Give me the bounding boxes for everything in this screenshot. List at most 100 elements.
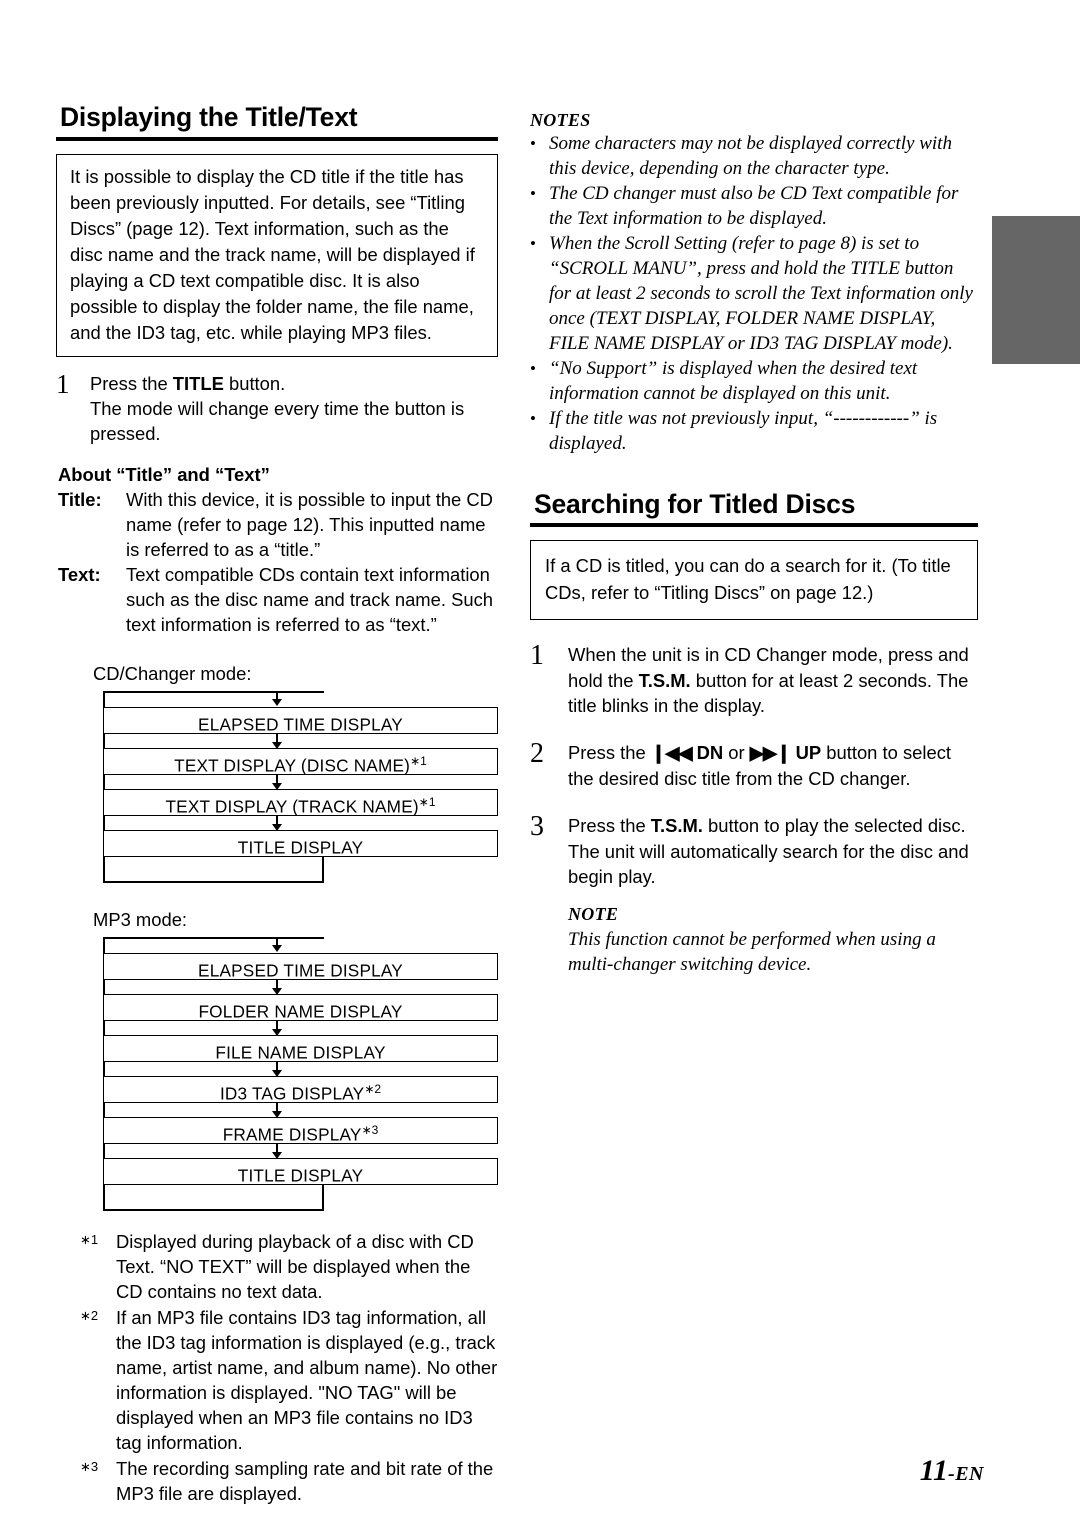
note-text: This function cannot be performed when u… (568, 929, 936, 976)
definition-row: Text: Text compatible CDs contain text i… (58, 562, 498, 637)
flow-arrow (103, 1021, 498, 1036)
flow-box-label: ELAPSED TIME DISPLAY (198, 714, 403, 735)
definition-term: Text: (58, 563, 101, 585)
notes-list: • Some characters may not be displayed c… (530, 132, 978, 457)
flow-label-mp3: MP3 mode: (93, 909, 188, 930)
step-text: Press the TITLE button. The mode will ch… (90, 371, 498, 446)
about-heading: About “Title” and “Text” (58, 463, 270, 485)
footnote-text: If an MP3 file contains ID3 tag informat… (116, 1307, 498, 1454)
flow-arrow (103, 734, 498, 749)
note-text: When the Scroll Setting (refer to page 8… (549, 232, 973, 354)
footnote-mark: ∗2 (80, 1308, 99, 1324)
flow-diagram-mp3: ELAPSED TIME DISPLAY FOLDER NAME DISPLAY… (56, 937, 498, 1211)
page-number-value: 11 (919, 1454, 949, 1487)
flow-box-label: TITLE DISPLAY (237, 1165, 364, 1186)
flow-box: ID3 TAG DISPLAY∗2 (103, 1076, 498, 1104)
flow-box-note: ∗3 (361, 1123, 379, 1137)
flow-entry-arrow (103, 691, 498, 707)
footnote-item: ∗3 The recording sampling rate and bit r… (80, 1456, 498, 1506)
footnote-mark: ∗3 (80, 1459, 99, 1475)
search-step-1: 1 When the unit is in CD Changer mode, p… (530, 642, 978, 718)
flow-box: FRAME DISPLAY∗3 (103, 1117, 498, 1145)
definition-description: Text compatible CDs contain text informa… (126, 563, 493, 635)
flow-box-label: TEXT DISPLAY (TRACK NAME) (165, 796, 419, 817)
note-item: • If the title was not previously input,… (530, 407, 978, 457)
flow-arrow (103, 816, 498, 831)
step-number: 3 (530, 811, 544, 843)
bullet-icon: • (530, 408, 536, 428)
notes-heading: NOTES (530, 110, 591, 130)
step-text: Press the T.S.M. button to play the sele… (568, 813, 978, 978)
flow-label-cd-changer: CD/Changer mode: (93, 663, 252, 684)
bullet-icon: • (530, 183, 536, 203)
flow-entry-arrow (103, 937, 498, 953)
note-item: • The CD changer must also be CD Text co… (530, 182, 978, 232)
flow-exit-path (103, 857, 498, 883)
flow-box: ELAPSED TIME DISPLAY (103, 953, 498, 981)
loop-line-down (322, 1185, 324, 1211)
left-column: Displaying the Title/Text It is possible… (56, 104, 498, 1506)
flow-arrow (103, 980, 498, 995)
step-text: Press the ❙◀◀ DN or ▶▶❙ UP button to sel… (568, 740, 978, 791)
manual-page: Displaying the Title/Text It is possible… (0, 0, 1080, 1526)
footnote-text: Displayed during playback of a disc with… (116, 1231, 474, 1303)
flow-arrow (103, 1144, 498, 1159)
step-number: 1 (56, 368, 70, 399)
step1-line1-pre: Press the (90, 372, 173, 394)
section-title-searching: Searching for Titled Discs (534, 488, 856, 519)
page-title: Displaying the Title/Text (60, 102, 358, 132)
next-track-icon: ▶▶❙ (749, 742, 792, 764)
definition-term: Title: (58, 488, 102, 510)
previous-track-icon: ❙◀◀ (650, 742, 693, 764)
definition-list: Title: With this device, it is possible … (58, 487, 498, 637)
page-number-suffix: -EN (948, 1463, 984, 1485)
step-1: 1 Press the TITLE button. The mode will … (56, 368, 498, 446)
flow-box: FILE NAME DISPLAY (103, 1035, 498, 1063)
footnote-list: ∗1 Displayed during playback of a disc w… (80, 1229, 498, 1506)
step-text: When the unit is in CD Changer mode, pre… (568, 642, 978, 718)
note-text: “No Support” is displayed when the desir… (549, 357, 918, 404)
flow-box-label: FRAME DISPLAY (222, 1124, 362, 1145)
loop-line-bottom (103, 1209, 324, 1211)
flow-box: TEXT DISPLAY (DISC NAME)∗1 (103, 748, 498, 776)
note-item: • Some characters may not be displayed c… (530, 132, 978, 182)
definition-row: Title: With this device, it is possible … (58, 487, 498, 562)
note-item: • “No Support” is displayed when the des… (530, 357, 978, 407)
search-step-3: 3 Press the T.S.M. button to play the se… (530, 813, 978, 978)
flow-box-note: ∗2 (364, 1082, 382, 1096)
step-number: 2 (530, 738, 544, 770)
search-step-2: 2 Press the ❙◀◀ DN or ▶▶❙ UP button to s… (530, 740, 978, 791)
page-number: 11-EN (920, 1454, 984, 1488)
flow-exit-path (103, 1185, 498, 1211)
section-title-underline (530, 523, 978, 528)
note-heading: NOTE (568, 904, 619, 925)
step3-pre: Press the (568, 815, 651, 837)
step2-pre: Press the (568, 742, 651, 764)
flow-box: TITLE DISPLAY (103, 830, 498, 858)
flow-box-label: FILE NAME DISPLAY (215, 1042, 386, 1063)
dn-button-label: DN (696, 742, 724, 764)
flow-box-label: ID3 TAG DISPLAY (219, 1083, 365, 1104)
footnote-item: ∗2 If an MP3 file contains ID3 tag infor… (80, 1305, 498, 1455)
flow-box-label: TEXT DISPLAY (DISC NAME) (174, 755, 411, 776)
step-number: 1 (530, 640, 544, 672)
flow-box-label: ELAPSED TIME DISPLAY (198, 960, 403, 981)
searching-intro-box: If a CD is titled, you can do a search f… (530, 540, 978, 621)
flow-box: FOLDER NAME DISPLAY (103, 994, 498, 1022)
step1-line2: The mode will change every time the butt… (90, 397, 465, 444)
bullet-icon: • (530, 233, 536, 253)
tsm-button-label: T.S.M. (638, 669, 691, 691)
flow-diagram-cd-changer: ELAPSED TIME DISPLAY TEXT DISPLAY (DISC … (56, 691, 498, 883)
step2-mid: or (723, 742, 750, 764)
intro-box: It is possible to display the CD title i… (56, 153, 498, 357)
flow-box: TEXT DISPLAY (TRACK NAME)∗1 (103, 789, 498, 817)
up-button-label: UP (795, 742, 822, 764)
note-item: • When the Scroll Setting (refer to page… (530, 232, 978, 357)
title-button-label: TITLE (172, 372, 224, 394)
bullet-icon: • (530, 134, 536, 153)
loop-line-down (322, 857, 324, 883)
flow-box-label: TITLE DISPLAY (237, 837, 364, 858)
note-text: If the title was not previously input, “… (549, 407, 938, 454)
loop-line-bottom (103, 881, 324, 883)
flow-box-note: ∗1 (410, 754, 427, 768)
